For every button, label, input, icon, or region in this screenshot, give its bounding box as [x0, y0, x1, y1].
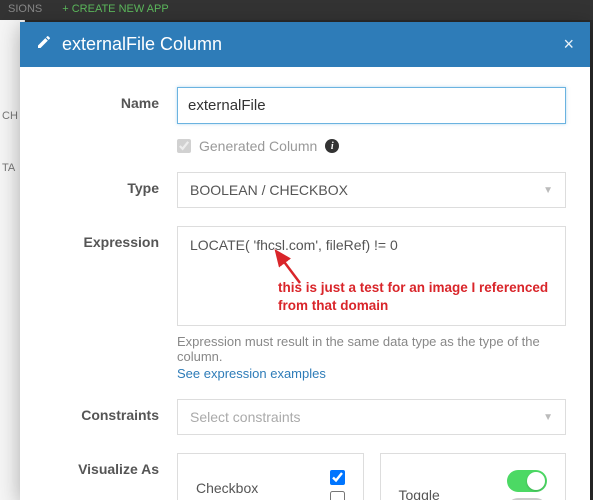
bg-text-sions: SIONS: [8, 3, 42, 17]
name-input[interactable]: [177, 87, 566, 124]
viz-checkbox-label: Checkbox: [196, 480, 258, 496]
viz-toggle-label: Toggle: [399, 487, 440, 500]
chevron-down-icon: ▼: [543, 185, 553, 196]
visualize-toggle-card[interactable]: Toggle: [380, 453, 567, 500]
background-toolbar: SIONS + CREATE NEW APP: [0, 0, 593, 20]
generated-column-checkbox: [177, 139, 191, 153]
constraints-label: Constraints: [44, 399, 159, 423]
expression-examples-link[interactable]: See expression examples: [177, 366, 326, 381]
constraints-select[interactable]: Select constraints ▼: [177, 399, 566, 435]
expression-value: LOCATE( 'fhcsl.com', fileRef) != 0: [190, 237, 398, 253]
chevron-down-icon: ▼: [543, 412, 553, 423]
type-select[interactable]: BOOLEAN / CHECKBOX ▼: [177, 172, 566, 208]
column-editor-modal: externalFile Column × Name Generated Col…: [20, 22, 590, 500]
expression-input[interactable]: LOCATE( 'fhcsl.com', fileRef) != 0 this …: [177, 226, 566, 326]
expression-hint: Expression must result in the same data …: [177, 334, 566, 364]
close-icon[interactable]: ×: [563, 34, 574, 55]
create-new-app-button[interactable]: + CREATE NEW APP: [62, 3, 168, 17]
visualize-as-label: Visualize As: [44, 453, 159, 477]
info-icon[interactable]: i: [325, 139, 339, 153]
modal-header: externalFile Column ×: [20, 22, 590, 67]
visualize-checkbox-card[interactable]: Checkbox: [177, 453, 364, 500]
viz-checkbox-checked: [330, 470, 345, 485]
name-label: Name: [44, 87, 159, 111]
constraints-placeholder: Select constraints: [190, 409, 543, 425]
type-label: Type: [44, 172, 159, 196]
expression-label: Expression: [44, 226, 159, 250]
modal-title: externalFile Column: [62, 34, 222, 55]
annotation-text: this is just a test for an image I refer…: [278, 279, 558, 315]
viz-checkbox-unchecked: [330, 491, 345, 500]
type-value: BOOLEAN / CHECKBOX: [190, 182, 543, 198]
edit-icon: [36, 34, 52, 55]
modal-body: Name Generated Column i Type BOOLEAN / C…: [20, 67, 590, 500]
viz-toggle-on: [507, 470, 547, 492]
generated-column-label: Generated Column: [199, 138, 317, 154]
